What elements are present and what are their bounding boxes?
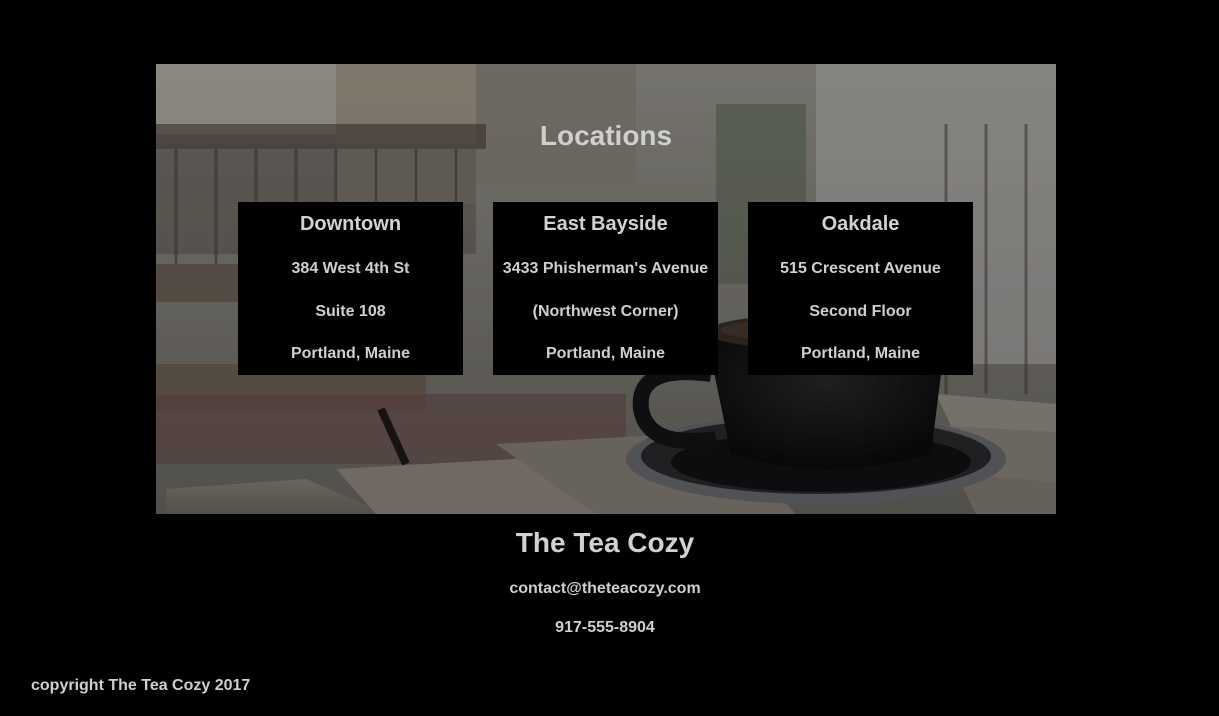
copyright-text: copyright The Tea Cozy 2017 xyxy=(31,677,251,694)
location-card-east-bayside: East Bayside 3433 Phisherman's Avenue (N… xyxy=(493,202,718,375)
location-card-oakdale: Oakdale 515 Crescent Avenue Second Floor… xyxy=(748,202,973,375)
locations-hero: Locations Downtown 384 West 4th St Suite… xyxy=(156,64,1056,514)
location-name: Oakdale xyxy=(821,213,900,235)
location-city: Portland, Maine xyxy=(800,345,921,362)
location-address-line: 515 Crescent Avenue xyxy=(780,260,941,277)
location-address-line: Suite 108 xyxy=(315,303,386,320)
footer-email: contact@theteacozy.com xyxy=(509,580,701,597)
location-city: Portland, Maine xyxy=(290,345,411,362)
footer-business-name: The Tea Cozy xyxy=(515,527,695,558)
location-city: Portland, Maine xyxy=(545,345,666,362)
location-name: East Bayside xyxy=(543,213,668,235)
footer-phone: 917-555-8904 xyxy=(555,619,655,636)
location-card-downtown: Downtown 384 West 4th St Suite 108 Portl… xyxy=(238,202,463,375)
location-address-line: 384 West 4th St xyxy=(291,260,410,277)
locations-heading: Locations xyxy=(539,120,673,151)
page: Locations Downtown 384 West 4th St Suite… xyxy=(0,0,1219,716)
location-address-line: 3433 Phisherman's Avenue xyxy=(502,260,709,277)
location-address-line: Second Floor xyxy=(809,303,912,320)
location-address-line: (Northwest Corner) xyxy=(532,303,679,320)
location-name: Downtown xyxy=(299,213,402,235)
